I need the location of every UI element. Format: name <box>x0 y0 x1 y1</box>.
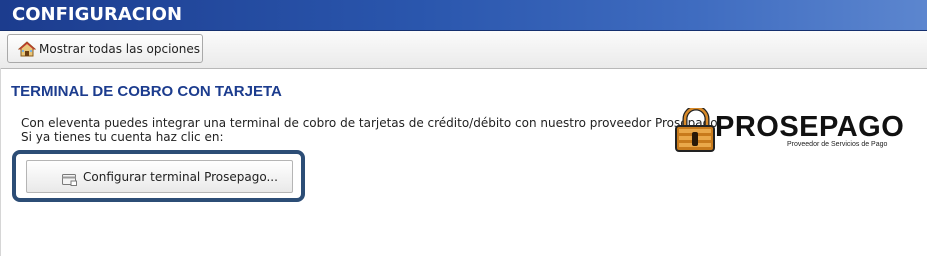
toolbar: Mostrar todas las opciones <box>0 31 927 69</box>
configure-prosepago-label: Configurar terminal Prosepago... <box>83 169 278 184</box>
section-description: Con eleventa puedes integrar una termina… <box>21 116 721 144</box>
logo-wordmark: PROSEPAGO <box>715 111 905 143</box>
configure-button-frame: Configurar terminal Prosepago... <box>12 150 305 202</box>
card-icon <box>62 171 77 186</box>
lock-icon <box>675 108 715 152</box>
content-left-border <box>0 68 1 256</box>
header-bar: CONFIGURACION <box>0 0 927 31</box>
section-title: TERMINAL DE COBRO CON TARJETA <box>11 83 282 100</box>
logo-tagline: Proveedor de Servicios de Pago <box>787 141 888 148</box>
page-title: CONFIGURACION <box>12 4 183 25</box>
prosepago-logo: PROSEPAGO Proveedor de Servicios de Pago <box>675 108 905 153</box>
description-line-1: Con eleventa puedes integrar una termina… <box>21 116 722 130</box>
show-all-options-button[interactable]: Mostrar todas las opciones <box>7 34 203 63</box>
show-all-options-label: Mostrar todas las opciones <box>39 41 200 56</box>
description-line-2: Si ya tienes tu cuenta haz clic en: <box>21 130 224 144</box>
home-icon <box>17 40 37 57</box>
configure-prosepago-button[interactable]: Configurar terminal Prosepago... <box>26 160 293 193</box>
